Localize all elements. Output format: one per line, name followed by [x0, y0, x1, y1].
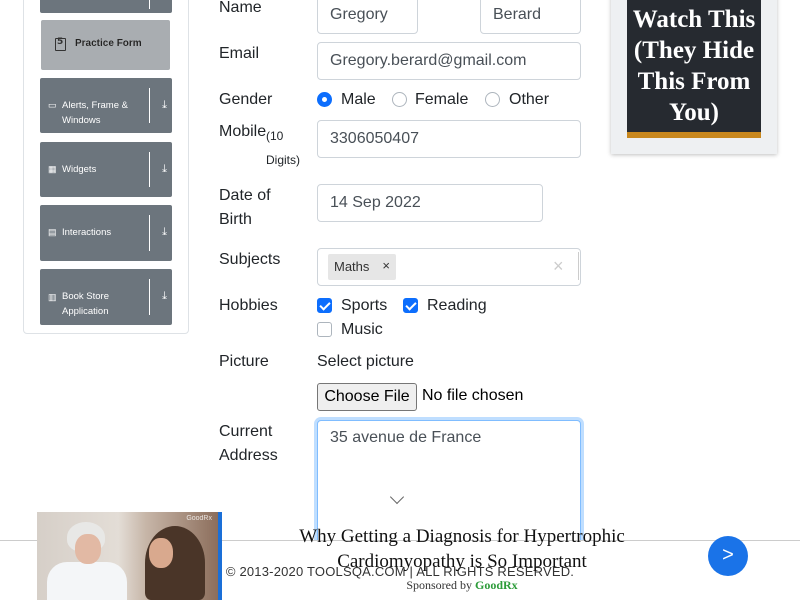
photo-shape — [149, 538, 173, 568]
sidebar-group-book-store[interactable]: ▥ Book Store Application ⤓ — [40, 269, 172, 325]
download-toggle-icon[interactable]: ⤓ — [162, 227, 167, 238]
sidebar-group-alerts[interactable]: ▭ Alerts, Frame & Windows ⤓ — [40, 78, 172, 133]
ad-image[interactable]: Watch This (They Hide This From You) — [627, 0, 761, 138]
gender-female-label[interactable]: Female — [415, 90, 468, 110]
hobby-reading-checkbox[interactable] — [403, 298, 418, 313]
subject-tag: Maths × — [328, 254, 396, 280]
name-label: Name — [219, 0, 262, 16]
dob-label-line-1: Date of — [219, 187, 271, 204]
choose-file-button[interactable]: Choose File — [317, 383, 417, 411]
group-label: Book Store Application — [62, 291, 109, 317]
group-label: Interactions — [62, 227, 112, 238]
sidebar-item-practice-form[interactable]: Practice Form — [41, 20, 170, 70]
address-label-line-2: Address — [219, 447, 278, 464]
hobby-reading-label[interactable]: Reading — [427, 296, 487, 316]
interactions-icon: ▤ — [48, 227, 57, 237]
email-label: Email — [219, 45, 260, 62]
left-sidebar: Practice Form ▭ Alerts, Frame & Windows … — [23, 0, 189, 334]
last-name-input[interactable]: Berard — [480, 0, 581, 34]
divider — [149, 152, 150, 187]
bottom-ad-image[interactable]: GoodRx — [37, 512, 222, 600]
gender-female-radio[interactable] — [392, 92, 407, 107]
subject-tag-label: Maths — [334, 259, 370, 274]
download-toggle-icon[interactable]: ⤓ — [162, 291, 167, 302]
ad-sponsor: Sponsored by GoodRx — [286, 578, 638, 593]
gender-other-label[interactable]: Other — [509, 90, 549, 110]
gender-male-radio[interactable] — [317, 92, 332, 107]
divider — [578, 252, 579, 280]
sidebar-group-interactions[interactable]: ▤ Interactions ⤓ — [40, 205, 172, 261]
ad-title[interactable]: Watch This (They Hide This From You) — [631, 4, 757, 128]
address-label-line-1: Current — [219, 423, 273, 440]
mobile-hint: (10 Digits) — [266, 129, 301, 167]
mobile-label-text: Mobile — [219, 123, 267, 140]
ad-accent-strip — [627, 132, 761, 138]
group-label: Alerts, Frame & Windows — [62, 100, 128, 126]
gender-male-label[interactable]: Male — [341, 90, 376, 110]
sponsor-name[interactable]: GoodRx — [475, 578, 518, 592]
photo-shape — [75, 534, 101, 564]
mobile-input[interactable]: 3306050407 — [317, 120, 581, 158]
sponsor-prefix: Sponsored by — [406, 578, 475, 592]
clear-icon[interactable]: × — [553, 256, 564, 276]
gender-label: Gender — [219, 91, 273, 108]
html5-icon — [55, 37, 66, 51]
window-icon: ▭ — [48, 100, 57, 110]
dob-label-line-2: Birth — [219, 211, 252, 228]
ad-headline[interactable]: Why Getting a Diagnosis for Hypertrophic… — [286, 524, 638, 574]
divider — [149, 279, 150, 315]
divider — [149, 215, 150, 251]
sidebar-group-widgets[interactable]: ▦ Widgets ⤓ — [40, 142, 172, 197]
picture-label: Picture — [219, 353, 269, 370]
divider — [149, 0, 150, 9]
group-label: Widgets — [62, 164, 97, 175]
divider — [149, 88, 150, 123]
hobbies-label: Hobbies — [219, 297, 278, 314]
hobby-sports-checkbox[interactable] — [317, 298, 332, 313]
book-icon: ▥ — [48, 292, 57, 302]
practice-form-page: Practice Form ▭ Alerts, Frame & Windows … — [0, 0, 800, 600]
subjects-label: Subjects — [219, 251, 281, 268]
hobby-music-checkbox[interactable] — [317, 322, 332, 337]
remove-tag-icon[interactable]: × — [382, 258, 390, 273]
hobby-music-label[interactable]: Music — [341, 320, 383, 340]
gender-other-radio[interactable] — [485, 92, 500, 107]
widgets-icon: ▦ — [48, 164, 57, 174]
download-toggle-icon[interactable]: ⤓ — [162, 164, 167, 175]
first-name-input[interactable]: Gregory — [317, 0, 418, 34]
sidebar-item-label: Practice Form — [75, 38, 142, 49]
download-toggle-icon[interactable]: ⤓ — [162, 100, 167, 111]
hobby-sports-label[interactable]: Sports — [341, 296, 387, 316]
email-input[interactable]: Gregory.berard@gmail.com — [317, 42, 581, 80]
goodrx-logo: GoodRx — [186, 515, 212, 522]
mobile-label: Mobile — [219, 120, 266, 144]
select-picture-label: Select picture — [317, 353, 414, 370]
photo-shape — [47, 562, 127, 600]
no-file-text: No file chosen — [422, 387, 524, 404]
side-advertisement[interactable]: Watch This (They Hide This From You) — [611, 0, 777, 154]
sidebar-group-forms[interactable] — [40, 0, 172, 13]
doctor-patient-photo: GoodRx — [37, 512, 218, 600]
ad-next-button[interactable]: > — [708, 536, 748, 576]
date-of-birth-input[interactable]: 14 Sep 2022 — [317, 184, 543, 222]
